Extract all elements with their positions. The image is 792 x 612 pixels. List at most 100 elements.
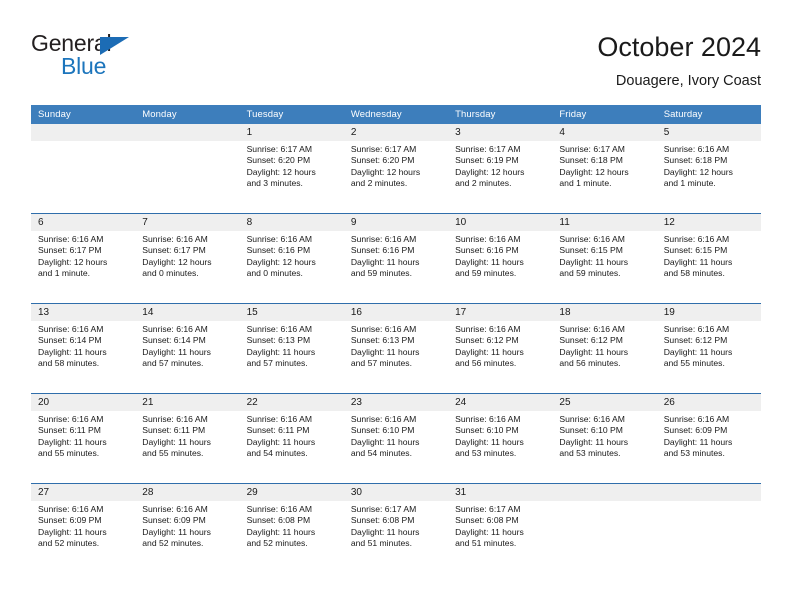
- calendar-day-cell[interactable]: 31 Sunrise: 6:17 AM Sunset: 6:08 PM Dayligh…: [448, 484, 553, 573]
- day-number: 8: [239, 214, 344, 231]
- calendar-day-cell[interactable]: 6 Sunrise: 6:16 AM Sunset: 6:17 PM Daylight…: [31, 214, 136, 303]
- calendar-day-cell[interactable]: 3 Sunrise: 6:17 AM Sunset: 6:19 PM Daylight…: [448, 124, 553, 213]
- calendar-day-cell[interactable]: 30 Sunrise: 6:17 AM Sunset: 6:08 PM Dayligh…: [343, 484, 449, 573]
- day-detail-line: and 56 minutes.: [455, 358, 517, 369]
- day-detail-line: Sunset: 6:13 PM: [246, 335, 311, 346]
- day-detail-line: Daylight: 11 hours: [38, 526, 107, 537]
- day-detail-line: and 58 minutes.: [663, 268, 725, 279]
- day-number: [135, 124, 240, 141]
- day-detail-line: Sunset: 6:09 PM: [38, 515, 102, 526]
- calendar-day-cell[interactable]: 18 Sunrise: 6:16 AM Sunset: 6:12 PM Dayligh…: [552, 304, 657, 393]
- day-detail-line: Sunset: 6:15 PM: [559, 245, 623, 256]
- day-details: Sunrise: 6:16 AM Sunset: 6:08 PM Daylight:…: [240, 501, 344, 550]
- calendar-day-cell[interactable]: 24 Sunrise: 6:16 AM Sunset: 6:10 PM Dayligh…: [448, 394, 553, 483]
- day-number: 28: [135, 484, 240, 501]
- day-detail-line: Sunrise: 6:17 AM: [455, 144, 521, 154]
- day-detail-line: Sunrise: 6:16 AM: [559, 324, 625, 334]
- calendar-day-cell[interactable]: 10 Sunrise: 6:16 AM Sunset: 6:16 PM Dayligh…: [448, 214, 553, 303]
- day-detail-line: Daylight: 11 hours: [246, 346, 316, 357]
- day-detail-line: Sunrise: 6:16 AM: [246, 504, 313, 514]
- day-detail-line: Daylight: 12 hours: [663, 166, 733, 177]
- day-detail-line: Sunrise: 6:16 AM: [38, 414, 104, 424]
- day-detail-line: and 2 minutes.: [350, 178, 408, 189]
- day-detail-line: and 0 minutes.: [246, 268, 303, 279]
- day-detail-line: Daylight: 11 hours: [663, 256, 733, 267]
- calendar-day-cell[interactable]: 5 Sunrise: 6:16 AM Sunset: 6:18 PM Daylight…: [656, 124, 761, 213]
- calendar-day-cell[interactable]: 11 Sunrise: 6:16 AM Sunset: 6:15 PM Dayligh…: [552, 214, 657, 303]
- day-detail-line: Daylight: 12 hours: [142, 256, 212, 267]
- day-number: 25: [552, 394, 657, 411]
- day-details: Sunrise: 6:17 AM Sunset: 6:18 PM Daylight:…: [552, 141, 656, 190]
- day-number: 30: [343, 484, 449, 501]
- day-number: 14: [135, 304, 240, 321]
- day-detail-line: Daylight: 11 hours: [663, 346, 733, 357]
- day-details: Sunrise: 6:16 AM Sunset: 6:15 PM Daylight:…: [552, 231, 656, 280]
- calendar-day-cell[interactable]: 7 Sunrise: 6:16 AM Sunset: 6:17 PM Daylight…: [135, 214, 240, 303]
- day-detail-line: Sunrise: 6:16 AM: [246, 324, 313, 334]
- day-details: Sunrise: 6:16 AM Sunset: 6:09 PM Daylight:…: [31, 501, 135, 550]
- day-detail-line: and 0 minutes.: [142, 268, 199, 279]
- calendar-day-cell[interactable]: 8 Sunrise: 6:16 AM Sunset: 6:16 PM Daylight…: [239, 214, 344, 303]
- calendar-day-cell[interactable]: 15 Sunrise: 6:16 AM Sunset: 6:13 PM Dayligh…: [239, 304, 344, 393]
- day-details: Sunrise: 6:16 AM Sunset: 6:14 PM Daylight:…: [31, 321, 135, 370]
- calendar-week-row: 6 Sunrise: 6:16 AM Sunset: 6:17 PM Daylight…: [31, 213, 761, 303]
- day-detail-line: Sunrise: 6:16 AM: [455, 234, 521, 244]
- day-details: Sunrise: 6:16 AM Sunset: 6:10 PM Daylight:…: [552, 411, 656, 460]
- calendar-day-cell[interactable]: 9 Sunrise: 6:16 AM Sunset: 6:16 PM Daylight…: [343, 214, 449, 303]
- day-number: 4: [552, 124, 657, 141]
- weekday-header-friday: Friday: [559, 109, 587, 120]
- day-detail-line: Daylight: 12 hours: [246, 256, 316, 267]
- calendar-day-cell[interactable]: 25 Sunrise: 6:16 AM Sunset: 6:10 PM Dayligh…: [552, 394, 657, 483]
- calendar-day-cell[interactable]: 22 Sunrise: 6:16 AM Sunset: 6:11 PM Dayligh…: [239, 394, 344, 483]
- calendar-day-cell[interactable]: 23 Sunrise: 6:16 AM Sunset: 6:10 PM Dayligh…: [343, 394, 449, 483]
- day-detail-line: Sunrise: 6:16 AM: [350, 414, 417, 424]
- calendar-day-cell[interactable]: 2 Sunrise: 6:17 AM Sunset: 6:20 PM Daylight…: [343, 124, 449, 213]
- day-detail-line: Sunset: 6:18 PM: [559, 155, 623, 166]
- day-detail-line: Sunset: 6:12 PM: [559, 335, 623, 346]
- day-number: 11: [552, 214, 657, 231]
- day-detail-line: Sunset: 6:14 PM: [142, 335, 206, 346]
- day-number: 31: [448, 484, 553, 501]
- day-detail-line: Sunrise: 6:16 AM: [142, 414, 208, 424]
- day-detail-line: Daylight: 11 hours: [350, 436, 420, 447]
- day-detail-line: Sunset: 6:11 PM: [38, 425, 101, 436]
- day-details: Sunrise: 6:16 AM Sunset: 6:16 PM Daylight:…: [240, 231, 344, 280]
- day-number: 18: [552, 304, 657, 321]
- calendar-week-row: 13 Sunrise: 6:16 AM Sunset: 6:14 PM Dayligh…: [31, 303, 761, 393]
- calendar-day-cell[interactable]: 12 Sunrise: 6:16 AM Sunset: 6:15 PM Dayligh…: [656, 214, 761, 303]
- calendar-day-cell-empty: [656, 484, 761, 573]
- day-detail-line: Sunrise: 6:16 AM: [38, 504, 104, 514]
- calendar-day-cell[interactable]: 20 Sunrise: 6:16 AM Sunset: 6:11 PM Dayligh…: [31, 394, 136, 483]
- calendar-day-cell[interactable]: 26 Sunrise: 6:16 AM Sunset: 6:09 PM Dayligh…: [656, 394, 761, 483]
- calendar-day-cell[interactable]: 21 Sunrise: 6:16 AM Sunset: 6:11 PM Dayligh…: [135, 394, 240, 483]
- calendar-day-cell[interactable]: 14 Sunrise: 6:16 AM Sunset: 6:14 PM Dayligh…: [135, 304, 240, 393]
- day-details: Sunrise: 6:16 AM Sunset: 6:16 PM Daylight:…: [448, 231, 552, 280]
- calendar-day-cell[interactable]: 4 Sunrise: 6:17 AM Sunset: 6:18 PM Daylight…: [552, 124, 657, 213]
- calendar-day-cell[interactable]: 28 Sunrise: 6:16 AM Sunset: 6:09 PM Dayligh…: [135, 484, 240, 573]
- calendar-day-cell[interactable]: 16 Sunrise: 6:16 AM Sunset: 6:13 PM Dayligh…: [343, 304, 449, 393]
- day-number: 13: [31, 304, 136, 321]
- day-detail-line: and 57 minutes.: [350, 358, 412, 369]
- weekday-header-sunday: Sunday: [38, 109, 71, 120]
- day-detail-line: Daylight: 12 hours: [559, 166, 629, 177]
- calendar-day-cell[interactable]: 29 Sunrise: 6:16 AM Sunset: 6:08 PM Dayligh…: [239, 484, 344, 573]
- day-number: 26: [656, 394, 761, 411]
- calendar-day-cell[interactable]: 1 Sunrise: 6:17 AM Sunset: 6:20 PM Daylight…: [239, 124, 344, 213]
- calendar-day-cell[interactable]: 19 Sunrise: 6:16 AM Sunset: 6:12 PM Dayligh…: [656, 304, 761, 393]
- day-detail-line: Sunrise: 6:16 AM: [142, 504, 208, 514]
- day-detail-line: Sunset: 6:17 PM: [38, 245, 102, 256]
- day-detail-line: and 1 minute.: [663, 178, 716, 189]
- calendar-day-cell-empty: [552, 484, 657, 573]
- calendar-day-cell[interactable]: 17 Sunrise: 6:16 AM Sunset: 6:12 PM Dayligh…: [448, 304, 553, 393]
- day-number: 22: [239, 394, 344, 411]
- day-number: 21: [135, 394, 240, 411]
- day-detail-line: Daylight: 11 hours: [38, 436, 107, 447]
- calendar-day-cell[interactable]: 13 Sunrise: 6:16 AM Sunset: 6:14 PM Dayligh…: [31, 304, 136, 393]
- day-number: 17: [448, 304, 553, 321]
- day-detail-line: Sunset: 6:16 PM: [455, 245, 519, 256]
- weekday-header-thursday: Thursday: [455, 109, 496, 120]
- day-details: [135, 141, 239, 144]
- day-details: Sunrise: 6:16 AM Sunset: 6:11 PM Daylight:…: [31, 411, 135, 460]
- calendar-day-cell-empty: [31, 124, 136, 213]
- calendar-day-cell[interactable]: 27 Sunrise: 6:16 AM Sunset: 6:09 PM Dayligh…: [31, 484, 136, 573]
